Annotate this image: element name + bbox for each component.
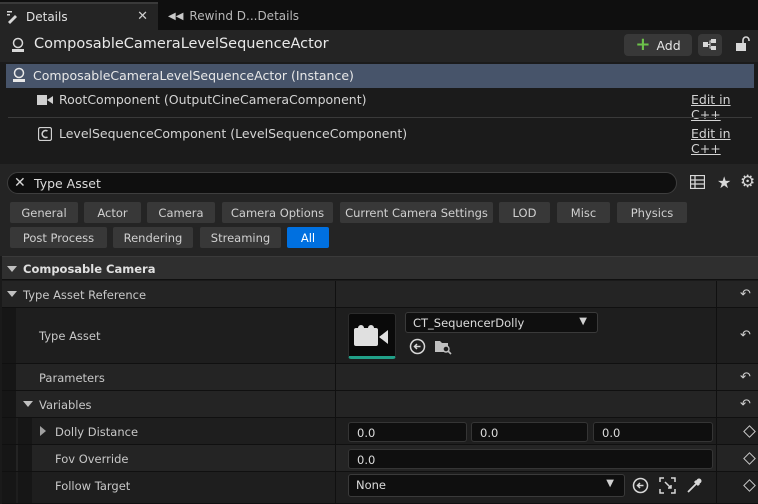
follow-target-label: Follow Target xyxy=(55,479,131,493)
category-streaming[interactable]: Streaming xyxy=(200,227,281,248)
type-asset-combo[interactable]: CT_SequencerDolly ▼ xyxy=(405,312,598,333)
row-parameters: Parameters ↶ xyxy=(2,364,758,391)
category-all[interactable]: All xyxy=(287,227,329,248)
follow-target-value: None xyxy=(356,478,387,492)
type-asset-value: CT_SequencerDolly xyxy=(413,316,525,330)
category-physics[interactable]: Physics xyxy=(617,202,687,223)
actor-icon xyxy=(11,67,27,86)
actor-icon xyxy=(10,37,26,56)
blueprint-icon xyxy=(703,39,716,50)
expand-arrow-icon xyxy=(7,266,17,272)
use-selected-arrow-icon[interactable] xyxy=(632,477,649,497)
tab-rewind-label: Rewind D...Details xyxy=(189,9,300,23)
instance-row[interactable]: ComposableCameraLevelSequenceActor (Inst… xyxy=(6,64,754,88)
keyframe-diamond-icon[interactable] xyxy=(743,425,756,438)
dolly-distance-label: Dolly Distance xyxy=(55,425,139,439)
chevron-down-icon: ▼ xyxy=(606,478,614,489)
clear-search-icon[interactable]: ✕ xyxy=(14,175,26,191)
select-actor-icon[interactable] xyxy=(659,477,676,497)
favorite-star-icon[interactable]: ★ xyxy=(717,173,731,192)
table-view-icon[interactable] xyxy=(689,174,706,192)
fov-override-label: Fov Override xyxy=(55,452,129,466)
category-lod[interactable]: LOD xyxy=(499,202,550,223)
rewind-icon: ◀◀ xyxy=(168,10,184,22)
reset-arrow-icon[interactable]: ↶ xyxy=(740,328,751,343)
close-icon[interactable]: ✕ xyxy=(137,9,148,24)
tab-rewind-details[interactable]: ◀◀ Rewind D...Details xyxy=(160,2,330,30)
fov-override-value: 0.0 xyxy=(357,453,376,467)
root-component-item[interactable]: RootComponent (OutputCineCameraComponent… xyxy=(59,92,366,107)
row-variables: Variables ↶ xyxy=(2,391,758,418)
lock-icon[interactable] xyxy=(734,36,750,55)
level-sequence-component-item[interactable]: LevelSequenceComponent (LevelSequenceCom… xyxy=(59,126,407,141)
expand-arrow-icon[interactable] xyxy=(7,291,17,297)
tab-details-label: Details xyxy=(26,10,68,24)
plus-icon: + xyxy=(635,34,651,55)
settings-gear-icon[interactable]: ⚙ xyxy=(740,172,755,192)
actor-title: ComposableCameraLevelSequenceActor xyxy=(34,36,329,52)
category-actor[interactable]: Actor xyxy=(84,202,141,223)
search-input[interactable]: ✕ Type Asset xyxy=(7,172,677,194)
dolly-x-value: 0.0 xyxy=(357,426,376,440)
asset-thumbnail[interactable] xyxy=(348,313,396,359)
type-asset-label: Type Asset xyxy=(39,329,101,343)
category-camera[interactable]: Camera xyxy=(147,202,215,223)
dolly-distance-y-field[interactable]: 0.0 xyxy=(471,422,588,442)
category-post-process[interactable]: Post Process xyxy=(10,227,107,248)
section-title: Composable Camera xyxy=(23,262,156,276)
add-component-button[interactable]: + Add xyxy=(624,34,692,56)
dolly-distance-z-field[interactable]: 0.0 xyxy=(593,422,713,442)
expand-arrow-icon[interactable] xyxy=(40,426,46,436)
category-rendering[interactable]: Rendering xyxy=(113,227,193,248)
blueprint-button[interactable] xyxy=(698,34,722,56)
dolly-distance-x-field[interactable]: 0.0 xyxy=(348,422,467,442)
chevron-down-icon: ▼ xyxy=(579,316,587,327)
tree-divider xyxy=(8,117,752,118)
category-camera-options[interactable]: Camera Options xyxy=(222,202,333,223)
reset-arrow-icon[interactable]: ↶ xyxy=(740,287,751,302)
tab-details[interactable]: Details ✕ xyxy=(0,2,158,30)
category-current-camera-settings[interactable]: Current Camera Settings xyxy=(340,202,493,223)
search-value: Type Asset xyxy=(34,176,101,191)
instance-label: ComposableCameraLevelSequenceActor (Inst… xyxy=(33,68,354,83)
camera-icon xyxy=(354,325,388,346)
keyframe-diamond-icon[interactable] xyxy=(743,452,756,465)
edit-in-cpp-link[interactable]: Edit in C++ xyxy=(691,126,758,156)
details-icon xyxy=(6,10,20,24)
fov-override-field[interactable]: 0.0 xyxy=(348,449,713,469)
reset-arrow-icon[interactable]: ↶ xyxy=(740,370,751,385)
cpp-component-icon xyxy=(37,126,53,144)
row-type-asset-reference: Type Asset Reference ↶ xyxy=(2,281,758,308)
reset-arrow-icon[interactable]: ↶ xyxy=(740,397,751,412)
variables-label: Variables xyxy=(39,398,92,412)
eyedropper-icon[interactable] xyxy=(686,477,703,497)
browse-asset-icon[interactable] xyxy=(434,338,452,358)
follow-target-combo[interactable]: None ▼ xyxy=(348,474,625,497)
type-asset-reference-label: Type Asset Reference xyxy=(23,288,147,302)
category-general[interactable]: General xyxy=(10,202,78,223)
category-misc[interactable]: Misc xyxy=(557,202,610,223)
expand-arrow-icon[interactable] xyxy=(23,401,33,407)
dolly-z-value: 0.0 xyxy=(602,426,621,440)
section-composable-camera[interactable]: Composable Camera xyxy=(2,256,758,280)
use-selected-arrow-icon[interactable] xyxy=(409,338,426,358)
add-label: Add xyxy=(656,37,681,53)
keyframe-diamond-icon[interactable] xyxy=(743,479,756,492)
parameters-label: Parameters xyxy=(39,371,105,385)
dolly-y-value: 0.0 xyxy=(480,426,499,440)
camera-component-icon xyxy=(37,94,53,109)
